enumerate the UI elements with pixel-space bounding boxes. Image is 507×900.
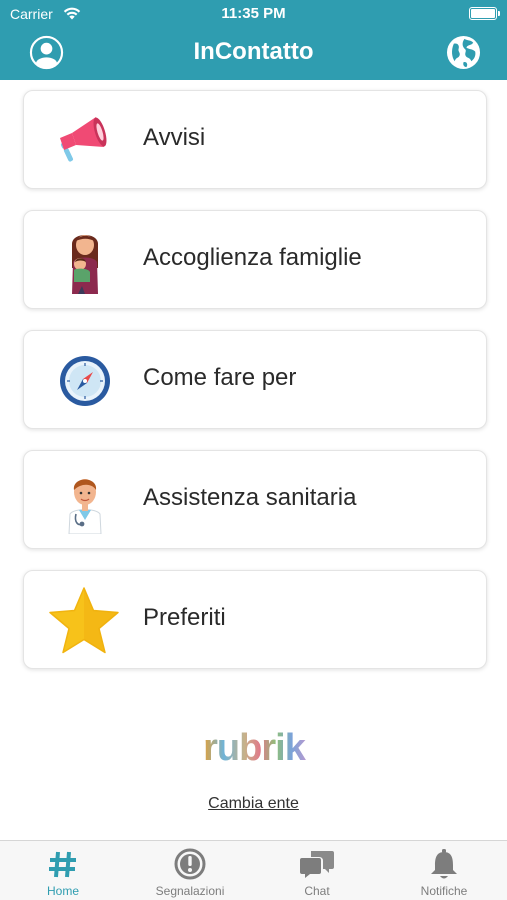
- tab-segnalazioni[interactable]: Segnalazioni: [127, 841, 253, 900]
- tab-label: Segnalazioni: [155, 884, 225, 898]
- tab-label: Chat: [304, 884, 330, 898]
- tab-home[interactable]: Home: [0, 841, 126, 900]
- menu-item-preferiti[interactable]: Preferiti: [23, 570, 487, 669]
- menu-item-avvisi[interactable]: Avvisi: [23, 90, 487, 189]
- menu-item-label: Come fare per: [143, 364, 297, 391]
- doctor-icon: [68, 479, 102, 534]
- globe-icon[interactable]: [446, 35, 481, 70]
- tab-bar: Home Segnalazioni Chat Notifiche: [0, 840, 507, 900]
- star-icon: [49, 587, 119, 654]
- bell-icon: [431, 849, 457, 879]
- alert-circle-icon: [174, 848, 206, 880]
- menu-item-assistenza-sanitaria[interactable]: Assistenza sanitaria: [23, 450, 487, 549]
- mother-child-icon: [72, 235, 98, 294]
- app-header: Carrier 11:35 PM InContatto: [0, 0, 507, 80]
- menu-item-label: Accoglienza famiglie: [143, 244, 362, 271]
- cambia-ente-link[interactable]: Cambia ente: [0, 795, 507, 813]
- hashtag-icon: [49, 851, 76, 878]
- battery-icon: [469, 7, 500, 20]
- menu-item-label: Assistenza sanitaria: [143, 484, 357, 511]
- menu-item-label: Preferiti: [143, 604, 226, 631]
- chat-bubble-icon: [300, 851, 334, 878]
- menu-item-accoglienza-famiglie[interactable]: Accoglienza famiglie: [23, 210, 487, 309]
- status-bar: Carrier 11:35 PM: [0, 0, 507, 28]
- clock: 11:35 PM: [221, 5, 286, 22]
- page-title: InContatto: [193, 38, 314, 65]
- menu-item-label: Avvisi: [143, 124, 206, 151]
- tab-notifiche[interactable]: Notifiche: [381, 841, 507, 900]
- tab-chat[interactable]: Chat: [254, 841, 380, 900]
- tab-label: Notifiche: [420, 884, 468, 898]
- compass-icon: [60, 356, 110, 406]
- svg-text:rubrik: rubrik: [203, 727, 307, 769]
- tab-label: Home: [46, 884, 79, 898]
- megaphone-icon: [60, 117, 107, 162]
- rubrik-logo: rubrik: [203, 727, 308, 769]
- menu-item-come-fare-per[interactable]: Come fare per: [23, 330, 487, 429]
